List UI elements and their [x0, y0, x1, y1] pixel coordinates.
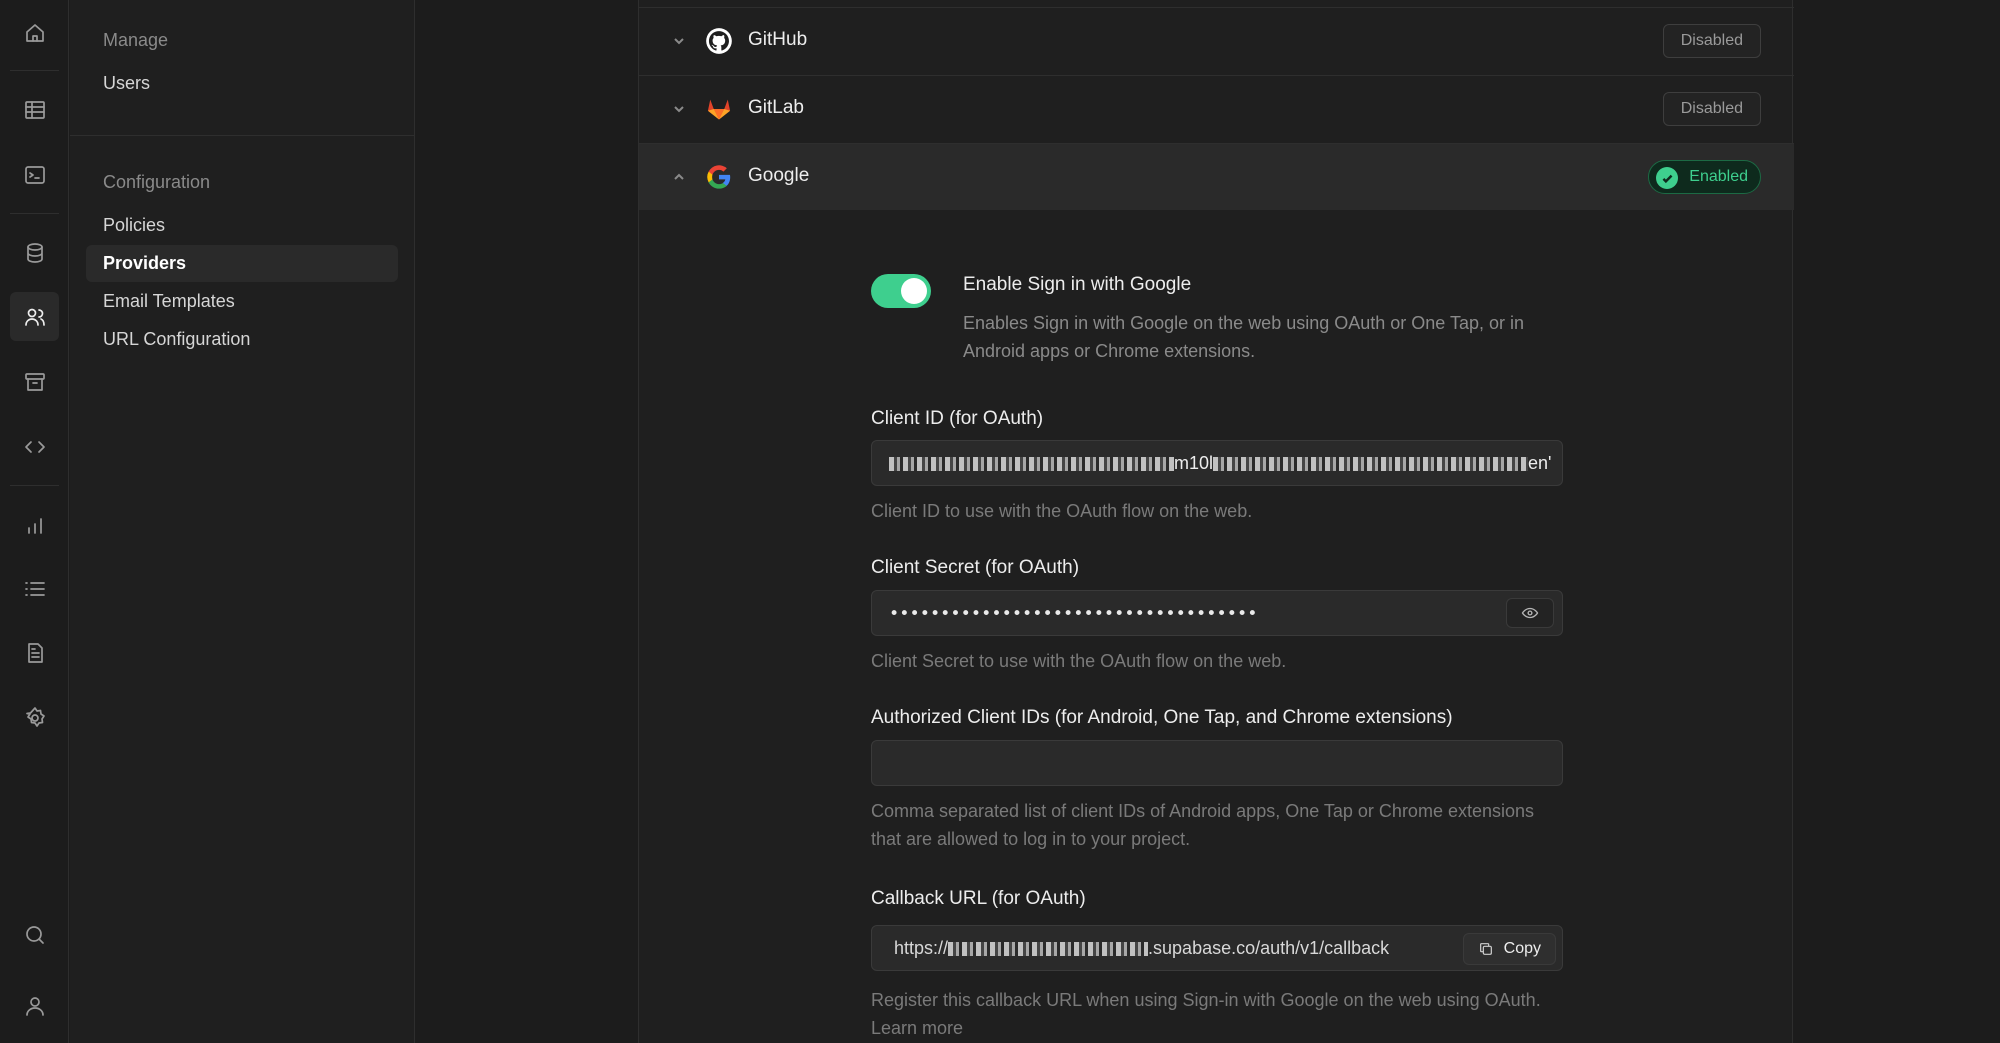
home-icon[interactable] — [10, 8, 59, 57]
client-id-tail: en' — [1528, 453, 1552, 473]
configuration-section-title: Configuration — [103, 172, 211, 192]
github-logo-icon — [706, 28, 732, 54]
sidebar-divider — [70, 135, 415, 136]
status-label: Enabled — [1689, 168, 1748, 185]
redacted-text — [948, 942, 1149, 957]
callback-url-suffix: .supabase.co/auth/v1/callback — [1148, 938, 1390, 958]
content-gutter-left — [416, 0, 638, 1043]
sidebar-item-url-configuration[interactable]: URL Configuration — [86, 321, 398, 358]
rail-divider — [10, 213, 59, 214]
copy-icon — [1479, 943, 1492, 955]
toggle-knob — [901, 278, 927, 304]
client-secret-masked: •••••••••••••••••••••••••••••••••••• — [889, 604, 1258, 624]
edge-functions-icon[interactable] — [10, 422, 59, 471]
redacted-text — [1213, 457, 1529, 472]
provider-name: GitLab — [748, 97, 804, 118]
sidebar-item-email-templates[interactable]: Email Templates — [86, 283, 398, 320]
table-editor-icon[interactable] — [10, 85, 59, 134]
settings-icon[interactable] — [10, 693, 59, 742]
client-id-input[interactable]: m10l en' — [871, 440, 1563, 486]
redacted-text — [889, 457, 1174, 472]
authorized-client-ids-input[interactable] — [871, 740, 1563, 786]
gitlab-logo-icon — [707, 99, 731, 120]
copy-label: Copy — [1503, 940, 1541, 957]
eye-icon — [1521, 607, 1539, 619]
search-icon[interactable] — [10, 910, 59, 959]
reports-icon[interactable] — [10, 500, 59, 549]
account-icon[interactable] — [10, 981, 59, 1030]
database-icon[interactable] — [10, 228, 59, 277]
chevron-down-icon — [671, 33, 687, 49]
check-circle-icon — [1656, 167, 1679, 189]
provider-name: Google — [748, 165, 810, 186]
reveal-secret-button[interactable] — [1506, 598, 1554, 628]
icon-rail — [0, 0, 69, 1043]
sidebar-item-providers[interactable]: Providers — [86, 245, 398, 282]
content-gutter-right — [1794, 0, 2000, 1043]
client-id-label: Client ID (for OAuth) — [871, 408, 1044, 429]
chevron-up-icon — [671, 169, 687, 185]
toggle-description: Enables Sign in with Google on the web u… — [963, 313, 1525, 361]
provider-name: GitHub — [748, 29, 808, 50]
callback-url-prefix: https:// — [894, 938, 949, 958]
enable-google-toggle[interactable] — [871, 274, 931, 308]
rail-divider — [10, 70, 59, 71]
storage-icon[interactable] — [10, 357, 59, 406]
provider-row-github[interactable]: GitHub Disabled — [639, 7, 1794, 74]
provider-row-google[interactable]: Google Enabled — [639, 143, 1794, 210]
authorized-client-ids-help: Comma separated list of client IDs of An… — [871, 801, 1535, 849]
callback-url-help: Register this callback URL when using Si… — [871, 990, 1541, 1038]
callback-url-label: Callback URL (for OAuth) — [871, 888, 1086, 909]
client-secret-input[interactable]: •••••••••••••••••••••••••••••••••••• — [871, 590, 1563, 636]
logs-icon[interactable] — [10, 564, 59, 613]
sidebar-item-policies[interactable]: Policies — [86, 207, 398, 244]
sql-editor-icon[interactable] — [10, 150, 59, 199]
docs-icon[interactable] — [10, 628, 59, 677]
client-id-help: Client ID to use with the OAuth flow on … — [871, 501, 1253, 521]
client-secret-label: Client Secret (for OAuth) — [871, 557, 1080, 578]
auth-users-icon[interactable] — [10, 292, 59, 341]
google-logo-icon — [707, 165, 731, 189]
status-badge-enabled: Enabled — [1648, 160, 1761, 194]
rail-divider — [10, 485, 59, 486]
client-id-visible: m10l — [1174, 453, 1214, 473]
sidebar-item-users[interactable]: Users — [86, 65, 398, 102]
callback-url-input[interactable]: https:// .supabase.co/auth/v1/callback Co… — [871, 925, 1563, 971]
manage-section-title: Manage — [103, 30, 169, 50]
copy-callback-url-button[interactable]: Copy — [1462, 933, 1556, 965]
chevron-down-icon — [671, 101, 687, 117]
toggle-title: Enable Sign in with Google — [963, 274, 1192, 295]
auth-sidebar: Manage Users Configuration Policies Prov… — [70, 0, 415, 1043]
client-secret-help: Client Secret to use with the OAuth flow… — [871, 651, 1287, 671]
providers-panel: GitHub Disabled GitLab Disabled Google E… — [638, 0, 1794, 1043]
authorized-client-ids-label: Authorized Client IDs (for Android, One … — [871, 707, 1453, 728]
status-badge: Disabled — [1662, 92, 1761, 126]
status-badge: Disabled — [1662, 24, 1761, 58]
provider-row-gitlab[interactable]: GitLab Disabled — [639, 75, 1794, 142]
